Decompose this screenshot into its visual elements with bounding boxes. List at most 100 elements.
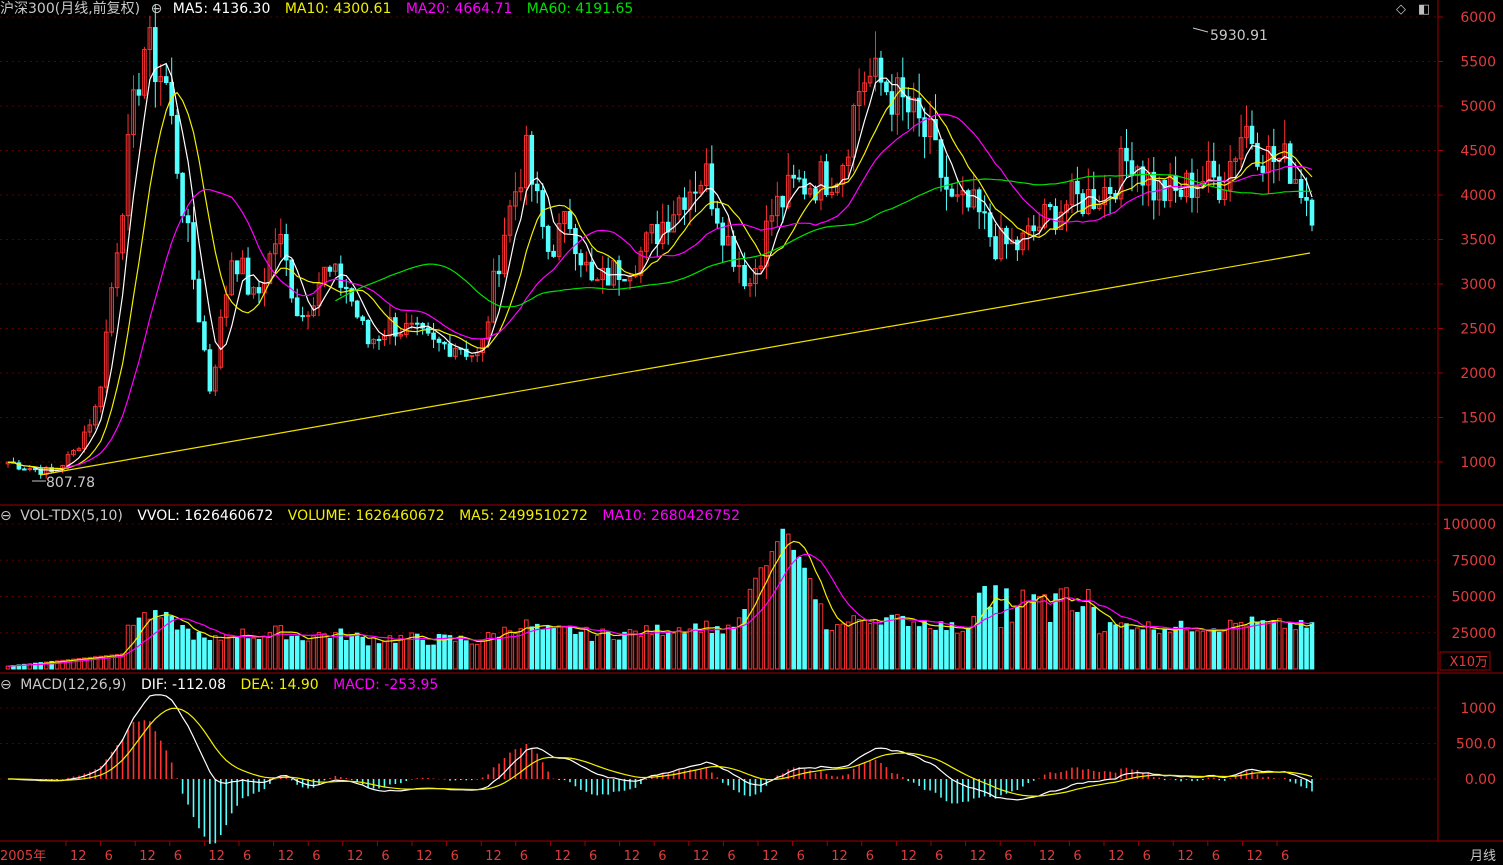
volume-bar — [976, 592, 982, 670]
vol-indicator-name: VOL-TDX(5,10) — [20, 508, 123, 524]
volume-bar — [213, 635, 218, 670]
volume-bar — [349, 634, 355, 670]
candle-body — [1151, 171, 1157, 201]
candle-body — [163, 76, 169, 84]
price-tick-label: 4000 — [1460, 188, 1496, 204]
volume-bar — [938, 621, 944, 670]
volume-bar — [714, 626, 720, 670]
volume-unit-label: X10万 — [1450, 655, 1488, 670]
candle-body — [1107, 186, 1113, 195]
candle-body — [354, 300, 360, 318]
x-axis-tick-label: 6 — [589, 849, 597, 864]
volume-bar — [731, 626, 736, 670]
volume-bar — [1211, 628, 1217, 670]
ma5-line — [7, 62, 1313, 472]
candle-body — [1031, 225, 1037, 232]
volume-bar — [1156, 633, 1162, 670]
x-axis-start-label: 2005年 — [0, 849, 46, 864]
volume-bar — [567, 625, 573, 670]
macd-tick-label: 0.00 — [1465, 772, 1496, 788]
candle-body — [1124, 147, 1129, 162]
volume-bar — [1244, 625, 1249, 670]
volume-bar — [311, 635, 316, 670]
x-axis-tick-label: 12 — [70, 849, 87, 864]
instrument-name: 沪深300(月线,前复权) — [0, 1, 141, 17]
x-axis-tick-label: 12 — [416, 849, 433, 864]
volume-bar — [1184, 629, 1189, 670]
vol-ma5-value: MA5: 2499510272 — [459, 508, 588, 524]
chevron-circle-icon[interactable]: ⊖ — [0, 677, 12, 693]
volume-bar — [223, 634, 229, 670]
chevron-circle-icon[interactable]: ⊖ — [0, 508, 12, 524]
volume-bar — [1129, 629, 1135, 670]
candle-body — [949, 188, 955, 197]
candle-body — [442, 341, 447, 345]
chevron-circle-icon[interactable]: ⊖ — [151, 1, 163, 17]
volume-bar — [840, 623, 846, 670]
candle-body — [589, 261, 595, 281]
volume-bar — [393, 642, 398, 670]
volume-bar — [158, 617, 164, 670]
volume-bar — [1102, 630, 1107, 670]
volume-bar — [594, 635, 600, 670]
volume-bar — [425, 644, 431, 670]
candle-body — [938, 139, 944, 178]
window-toggle-icon[interactable]: ◧ — [1418, 2, 1430, 17]
candle-body — [1298, 179, 1304, 199]
candle-body — [682, 197, 687, 210]
x-axis-tick-label: 12 — [970, 849, 987, 864]
price-tick-label: 3000 — [1460, 277, 1496, 293]
volume-tick-label: 50000 — [1451, 590, 1496, 606]
volume-bar — [933, 629, 938, 670]
candle-body — [714, 208, 720, 224]
volume-bar — [1080, 606, 1086, 670]
volume-bar — [878, 624, 884, 670]
low-annotation: 807.78 — [46, 475, 95, 491]
volume-bar — [1031, 594, 1037, 670]
candle-body — [196, 278, 202, 323]
volume-bar — [654, 624, 660, 670]
x-axis-tick-label: 6 — [1143, 849, 1151, 864]
volume-bar — [845, 621, 851, 670]
volume-bar — [289, 635, 295, 670]
candlestick-chart[interactable]: 1000 1500 2000 2500 3000 3500 4000 4500 5000 5500… — [0, 0, 1503, 865]
candle-body — [540, 190, 545, 227]
price-tick-label: 3500 — [1460, 233, 1496, 249]
x-axis-tick-label: 6 — [451, 849, 459, 864]
candle-body — [496, 270, 502, 275]
volume-bar — [949, 622, 955, 670]
candle-body — [256, 287, 262, 294]
volume-bar — [196, 631, 202, 670]
volume-bar — [1140, 629, 1146, 670]
volume-bar — [256, 639, 262, 670]
candle-body — [622, 278, 627, 282]
volume-bar — [1271, 619, 1277, 670]
volume-bar — [649, 634, 655, 670]
volume-bar — [338, 628, 344, 670]
volume-bar — [529, 626, 535, 670]
volume-bar — [682, 633, 687, 670]
candle-body — [545, 225, 551, 252]
volume-bar — [927, 628, 933, 670]
x-axis-tick-label: 6 — [174, 849, 182, 864]
x-axis-tick-label: 12 — [139, 849, 156, 864]
ma10-value: MA10: 4300.61 — [284, 1, 392, 17]
volume-bar — [174, 629, 180, 670]
volume-bar — [513, 632, 518, 670]
diamond-icon[interactable]: ◇ — [1396, 2, 1406, 17]
volume-bar — [354, 632, 360, 670]
x-axis-tick-label: 12 — [624, 849, 641, 864]
candle-body — [965, 190, 971, 208]
candle-body — [594, 279, 600, 282]
macd-tick-label: 500.0 — [1456, 737, 1496, 753]
volume-bar — [1287, 622, 1293, 670]
candle-body — [1211, 160, 1217, 178]
candle-body — [191, 222, 196, 280]
high-annotation: 5930.91 — [1210, 28, 1268, 44]
x-axis-tick-label: 12 — [1177, 849, 1194, 864]
candle-body — [780, 195, 786, 208]
volume-bar — [955, 632, 960, 670]
volume-bar — [1260, 620, 1266, 670]
x-axis-tick-label: 12 — [278, 849, 295, 864]
volume-bar — [240, 628, 245, 670]
